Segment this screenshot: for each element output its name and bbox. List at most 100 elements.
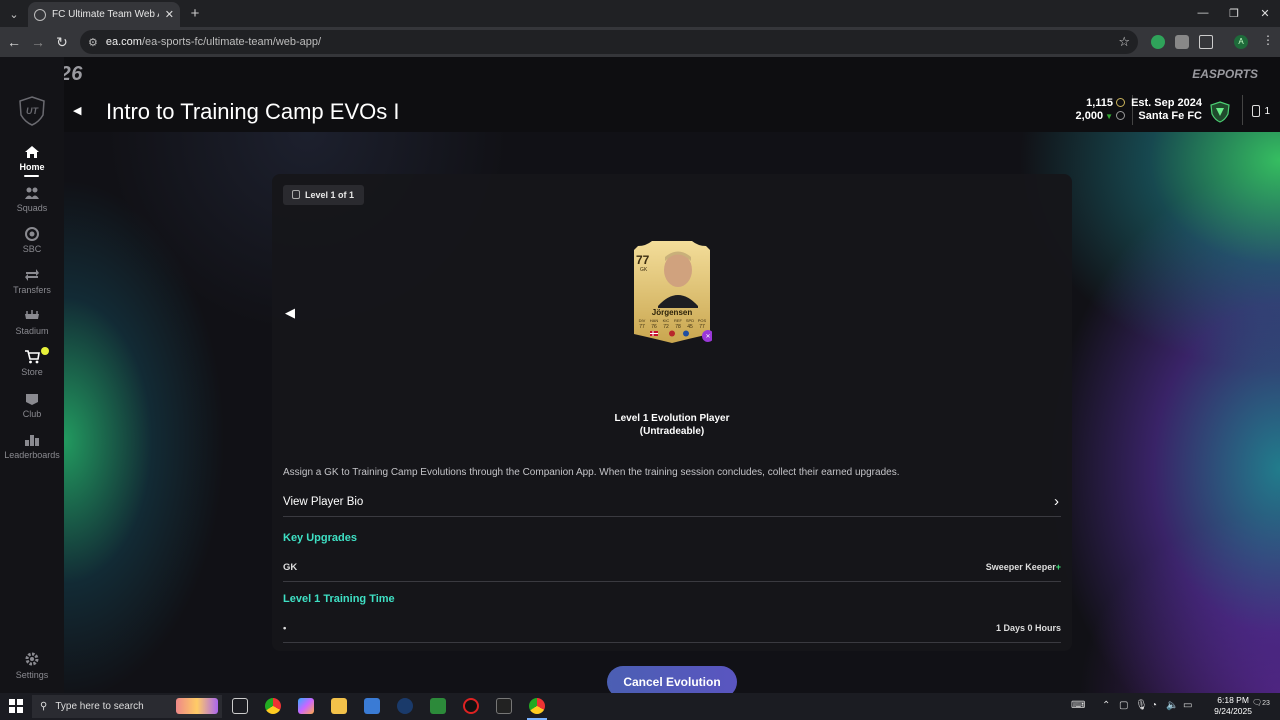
chrome-icon[interactable]: [265, 698, 281, 714]
file-explorer-icon[interactable]: [331, 698, 347, 714]
training-time-heading: Level 1 Training Time: [283, 593, 395, 605]
stat-label: SPD: [686, 318, 694, 323]
active-indicator: [24, 175, 39, 177]
sidebar: UT Home Squads SBC Transfers Stadium Sto…: [0, 57, 64, 693]
training-time-value: 1 Days 0 Hours: [995, 623, 1061, 633]
task-view-icon[interactable]: [232, 698, 248, 714]
reload-icon[interactable]: ↻: [52, 32, 72, 52]
extensions-puzzle-icon[interactable]: [1199, 35, 1213, 49]
key-upgrades-heading: Key Upgrades: [283, 532, 357, 544]
forward-icon[interactable]: →: [28, 32, 48, 52]
keyboard-icon[interactable]: ⌨: [1071, 700, 1085, 711]
card-player-name: Jörgensen: [652, 308, 693, 317]
stat-value: 72: [663, 324, 669, 330]
sidebar-item-leaderboards[interactable]: Leaderboards: [0, 433, 64, 460]
gear-icon: [25, 652, 39, 666]
browser-menu-icon[interactable]: ⋮: [1262, 33, 1274, 47]
stat-label: REF: [674, 318, 683, 323]
site-favicon-icon: [34, 8, 46, 21]
sidebar-item-squads[interactable]: Squads: [0, 186, 64, 213]
stat-label: KIC: [663, 318, 670, 323]
copilot-icon[interactable]: [298, 698, 314, 714]
ea-app-icon[interactable]: [496, 698, 512, 714]
home-icon: [25, 146, 39, 158]
browser-tab-active[interactable]: FC Ultimate Team Web App - E ✕: [28, 2, 180, 27]
club-established: Est. Sep 2024: [1131, 97, 1202, 109]
windows-taskbar: ⚲ Type here to search ⌨ ⌃ ▢ 🎙 ◔ 🔈 ▭ 6:18…: [0, 693, 1280, 720]
minimize-icon[interactable]: —: [1188, 4, 1218, 22]
stat-value: 78: [675, 324, 681, 330]
app-header: EAFC26 EASPORTS ◀ Intro to Training Camp…: [0, 57, 1280, 132]
points-value: 2,000: [1075, 110, 1104, 122]
sidebar-item-sbc[interactable]: SBC: [0, 227, 64, 254]
tab-title: FC Ultimate Team Web App - E: [52, 9, 159, 20]
svg-text:✕: ✕: [705, 334, 710, 340]
sidebar-item-transfers[interactable]: Transfers: [0, 268, 64, 295]
new-tab-button[interactable]: +: [186, 4, 204, 22]
sidebar-item-home[interactable]: Home: [0, 145, 64, 172]
upgrade-position: GK: [283, 562, 298, 573]
svg-text:UT: UT: [26, 106, 39, 116]
microphone-icon[interactable]: 🎙: [1135, 700, 1148, 711]
site-info-icon[interactable]: ⚙: [88, 36, 98, 49]
coins-value: 1,115: [1086, 97, 1113, 109]
upgrade-row: GK Sweeper Keeper+: [283, 559, 1061, 582]
device-icon[interactable]: ▢: [1119, 700, 1128, 711]
sidebar-item-stadium[interactable]: Stadium: [0, 309, 64, 336]
upgrade-playstyle: Sweeper Keeper+: [985, 562, 1061, 572]
stat-value: 45: [687, 324, 693, 330]
volume-icon[interactable]: 🔈: [1166, 700, 1178, 711]
store-app-icon[interactable]: [364, 698, 380, 714]
close-tab-icon[interactable]: ✕: [165, 8, 174, 21]
stat-value: 76: [651, 324, 657, 330]
ut-badge-icon: UT: [19, 96, 45, 126]
notification-center-icon[interactable]: 🗨23: [1252, 698, 1270, 707]
stadium-icon: [25, 310, 39, 319]
evolution-panel: Level 1 of 1 ◀ 77 GK Jörgensen DIV HAN K…: [272, 174, 1072, 693]
tab-search-button[interactable]: ⌄: [4, 4, 24, 24]
stat-label: DIV: [639, 318, 646, 323]
address-bar[interactable]: ⚙ ea.com/ea-sports-fc/ultimate-team/web-…: [80, 30, 1138, 54]
notifications-button[interactable]: 1: [1252, 105, 1270, 117]
battery-icon[interactable]: ▭: [1183, 700, 1192, 711]
grammarly-extension-icon[interactable]: [1151, 35, 1165, 49]
chrome-active-icon[interactable]: [529, 698, 545, 714]
app-icon[interactable]: [463, 698, 479, 714]
cancel-evolution-button[interactable]: Cancel Evolution: [607, 666, 737, 693]
bookmark-star-icon[interactable]: ☆: [1118, 34, 1130, 50]
view-player-bio-row[interactable]: View Player Bio ›: [283, 493, 1061, 517]
points-plus-icon[interactable]: [1116, 111, 1125, 120]
cart-icon: [25, 350, 40, 364]
sbc-icon: [25, 227, 39, 241]
windows-start-icon[interactable]: [9, 699, 23, 713]
profile-avatar[interactable]: A: [1234, 35, 1248, 49]
evolution-description: Assign a GK to Training Camp Evolutions …: [283, 467, 900, 478]
stat-value: 77: [639, 324, 645, 330]
close-window-icon[interactable]: ✕: [1250, 4, 1280, 22]
back-icon[interactable]: ←: [4, 32, 24, 52]
level-pill: Level 1 of 1: [283, 185, 365, 205]
shield-extension-icon[interactable]: [1175, 35, 1189, 49]
tray-chevron-icon[interactable]: ⌃: [1102, 700, 1110, 711]
transfers-icon: [25, 269, 39, 281]
player-card[interactable]: 77 GK Jörgensen DIV HAN KIC REF SPD POS …: [632, 240, 712, 344]
taskbar-clock[interactable]: 6:18 PM 9/24/2025: [1214, 695, 1252, 717]
training-bullet: •: [283, 623, 287, 634]
squads-icon: [25, 187, 39, 199]
browser-tab-bar: ⌄ FC Ultimate Team Web App - E ✕ + — ❐ ✕: [0, 0, 1280, 27]
xbox-icon[interactable]: [430, 698, 446, 714]
sidebar-item-settings[interactable]: Settings: [0, 651, 64, 680]
previous-arrow-icon[interactable]: ◀: [285, 305, 295, 321]
training-time-row: • 1 Days 0 Hours: [283, 620, 1061, 643]
back-arrow-icon[interactable]: ◀: [73, 104, 81, 117]
club-crest-icon[interactable]: [1210, 101, 1230, 123]
restore-icon[interactable]: ❐: [1219, 4, 1249, 22]
coin-icon: [1116, 98, 1125, 107]
sidebar-item-store[interactable]: Store: [0, 350, 64, 377]
sidebar-item-club[interactable]: Club: [0, 392, 64, 419]
steam-icon[interactable]: [397, 698, 413, 714]
browser-toolbar: ← → ↻ ⚙ ea.com/ea-sports-fc/ultimate-tea…: [0, 27, 1280, 57]
divider: [1242, 95, 1243, 125]
notification-count: 1: [1264, 105, 1270, 117]
network-icon[interactable]: ◔: [1151, 700, 1157, 711]
